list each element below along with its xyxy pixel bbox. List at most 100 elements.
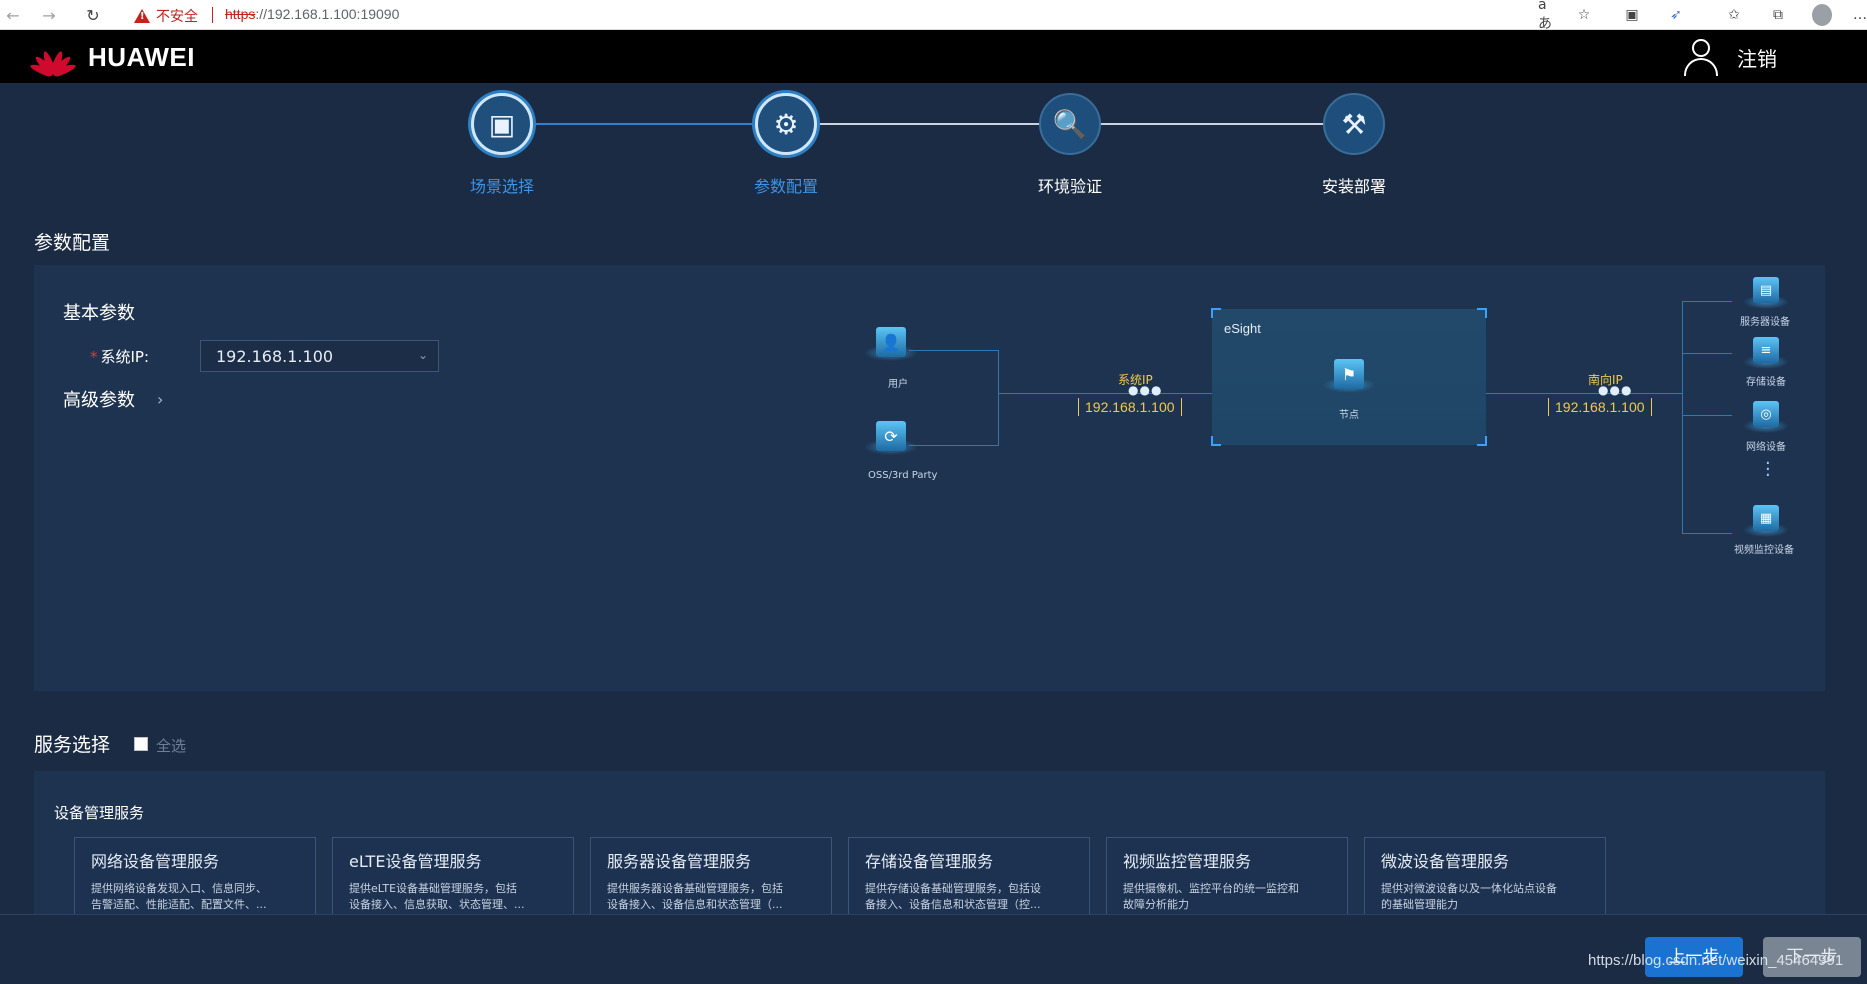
service-card-title: 网络设备管理服务: [91, 852, 220, 871]
server-device-icon: ▤: [1743, 271, 1789, 315]
huawei-logo: HUAWEI: [26, 36, 195, 78]
advanced-params-title: 高级参数: [63, 390, 135, 411]
huawei-flower-icon: [26, 36, 80, 78]
chevron-right-icon: ›: [157, 389, 164, 409]
url-rest: ://192.168.1.100:19090: [255, 6, 400, 22]
extension-icon[interactable]: ▣: [1622, 5, 1642, 25]
wizard-stepper: ▣ 场景选择 ⚙ 参数配置 🔍 环境验证 ⚒ 安装部署: [0, 83, 1867, 203]
url-separator: [212, 7, 213, 23]
service-card-desc: 提供服务器设备基础管理服务，包括 设备接入、设备信息和状态管理（...: [607, 882, 783, 911]
step-scene-selection[interactable]: ▣ 场景选择: [432, 93, 572, 197]
line-to-esight: [998, 393, 1212, 394]
browser-toolbar: ← → ↻ 不安全 https://192.168.1.100:19090 aあ…: [0, 0, 1867, 32]
select-all-checkbox[interactable]: [134, 737, 148, 751]
app-header: HUAWEI 注销: [0, 30, 1867, 83]
network-device-icon: ◎: [1743, 395, 1789, 439]
system-ip-tag: 192.168.1.100: [1078, 398, 1182, 416]
service-card-title: 微波设备管理服务: [1381, 852, 1510, 871]
section-title-params: 参数配置: [34, 232, 111, 254]
server-node-icon: ⚑: [1320, 347, 1378, 405]
system-ip-label: * 系统IP:: [90, 348, 150, 366]
user-node-icon: 👤: [862, 315, 920, 373]
line-dev-4: [1682, 533, 1732, 534]
select-all-label[interactable]: 全选: [156, 735, 186, 756]
oss-node-icon: ⟳: [862, 409, 920, 467]
verify-icon: 🔍: [1039, 93, 1101, 155]
step-install-deploy[interactable]: ⚒ 安装部署: [1284, 93, 1424, 197]
service-card-title: 视频监控管理服务: [1123, 852, 1252, 871]
line-from-esight: [1486, 393, 1682, 394]
service-category-title: 设备管理服务: [54, 804, 145, 822]
logout-link[interactable]: 注销: [1737, 43, 1777, 72]
advanced-params-toggle[interactable]: 高级参数 ›: [63, 386, 163, 412]
south-ip-tag: 192.168.1.100: [1548, 398, 1652, 416]
favorites-icon[interactable]: ✩: [1724, 5, 1744, 25]
bird-extension-icon[interactable]: ➶: [1666, 5, 1686, 25]
step-param-config[interactable]: ⚙ 参数配置: [716, 93, 856, 197]
video-device-icon: ▦: [1743, 499, 1789, 543]
param-panel: 基本参数 * 系统IP: 192.168.1.100 ⌄ 高级参数 › 👤 用户 …: [34, 265, 1825, 691]
service-card-desc: 提供存储设备基础管理服务，包括设 备接入、设备信息和状态管理（控...: [865, 882, 1041, 911]
more-menu-icon[interactable]: …: [1850, 5, 1867, 25]
topology-diagram: 👤 用户 ⟳ OSS/3rd Party 系统IP ●●● 192.168.1.…: [814, 265, 1825, 565]
url-protocol: https: [225, 6, 256, 22]
esight-label: eSight: [1224, 321, 1261, 336]
gear-icon: ⚙: [755, 93, 817, 155]
section-title-services: 服务选择: [34, 734, 111, 756]
system-ip-select[interactable]: 192.168.1.100 ⌄: [200, 340, 439, 372]
step-label: 安装部署: [1321, 177, 1386, 196]
warning-icon: [134, 9, 150, 23]
service-card-desc: 提供网络设备发现入口、信息同步、 告警适配、性能适配、配置文件、...: [91, 882, 267, 911]
profile-avatar[interactable]: [1812, 4, 1832, 26]
step-label: 环境验证: [1037, 177, 1102, 196]
node-label: 节点: [1339, 410, 1359, 421]
line-dev-3: [1682, 415, 1732, 416]
scene-icon: ▣: [471, 93, 533, 155]
line-oss: [909, 445, 999, 446]
step-label: 参数配置: [753, 177, 818, 196]
back-arrow-icon[interactable]: ←: [2, 4, 24, 26]
chevron-down-icon: ⌄: [417, 348, 428, 362]
step-label: 场景选择: [469, 177, 534, 196]
device-label-network: 网络设备: [1746, 442, 1786, 453]
wizard-footer: 上一步 下一步: [0, 914, 1867, 984]
security-label: 不安全: [156, 9, 198, 25]
collections-icon[interactable]: ⧉: [1768, 5, 1788, 25]
line-join: [998, 350, 999, 446]
user-node-label: 用户: [888, 379, 908, 390]
brand-name: HUAWEI: [88, 41, 195, 72]
user-icon[interactable]: [1683, 38, 1719, 76]
watermark: https://blog.csdn.net/weixin_45464991: [1588, 952, 1844, 969]
line-device-bus: [1682, 301, 1683, 533]
address-bar[interactable]: https://192.168.1.100:19090: [225, 6, 399, 22]
service-card-title: eLTE设备管理服务: [349, 852, 482, 871]
line-dev-1: [1682, 301, 1732, 302]
line-user: [909, 350, 999, 351]
read-aloud-icon[interactable]: aあ: [1538, 0, 1558, 32]
oss-node-label: OSS/3rd Party: [868, 470, 938, 481]
step-env-verify[interactable]: 🔍 环境验证: [1000, 93, 1140, 197]
south-ip-dots: ●●●: [1598, 383, 1633, 397]
service-card-desc: 提供对微波设备以及一体化站点设备 的基础管理能力: [1381, 882, 1557, 911]
basic-params-title: 基本参数: [63, 303, 135, 324]
service-card-desc: 提供eLTE设备基础管理服务，包括 设备接入、信息获取、状态管理、...: [349, 882, 525, 911]
add-favorite-icon[interactable]: ☆: [1574, 5, 1594, 25]
line-dev-2: [1682, 353, 1732, 354]
deploy-icon: ⚒: [1323, 93, 1385, 155]
reload-icon[interactable]: ↻: [82, 4, 104, 26]
device-label-video: 视频监控设备: [1734, 545, 1794, 556]
esight-box: eSight ⚑ 节点: [1211, 308, 1487, 446]
storage-device-icon: ≡: [1743, 331, 1789, 375]
system-ip-value: 192.168.1.100: [216, 346, 334, 366]
user-area[interactable]: 注销: [1683, 38, 1777, 76]
service-card-title: 存储设备管理服务: [865, 852, 994, 871]
more-devices-icon: · · ·: [1765, 453, 1771, 486]
security-warning[interactable]: 不安全: [134, 6, 198, 26]
service-card-title: 服务器设备管理服务: [607, 852, 752, 871]
services-panel: 设备管理服务 网络设备管理服务 提供网络设备发现入口、信息同步、 告警适配、性能适…: [34, 771, 1825, 937]
device-label-server: 服务器设备: [1740, 317, 1790, 328]
forward-arrow-icon[interactable]: →: [38, 4, 60, 26]
service-card-desc: 提供摄像机、监控平台的统一监控和 故障分析能力: [1123, 882, 1299, 911]
device-label-storage: 存储设备: [1746, 377, 1786, 388]
sys-ip-dots: ●●●: [1128, 383, 1163, 397]
